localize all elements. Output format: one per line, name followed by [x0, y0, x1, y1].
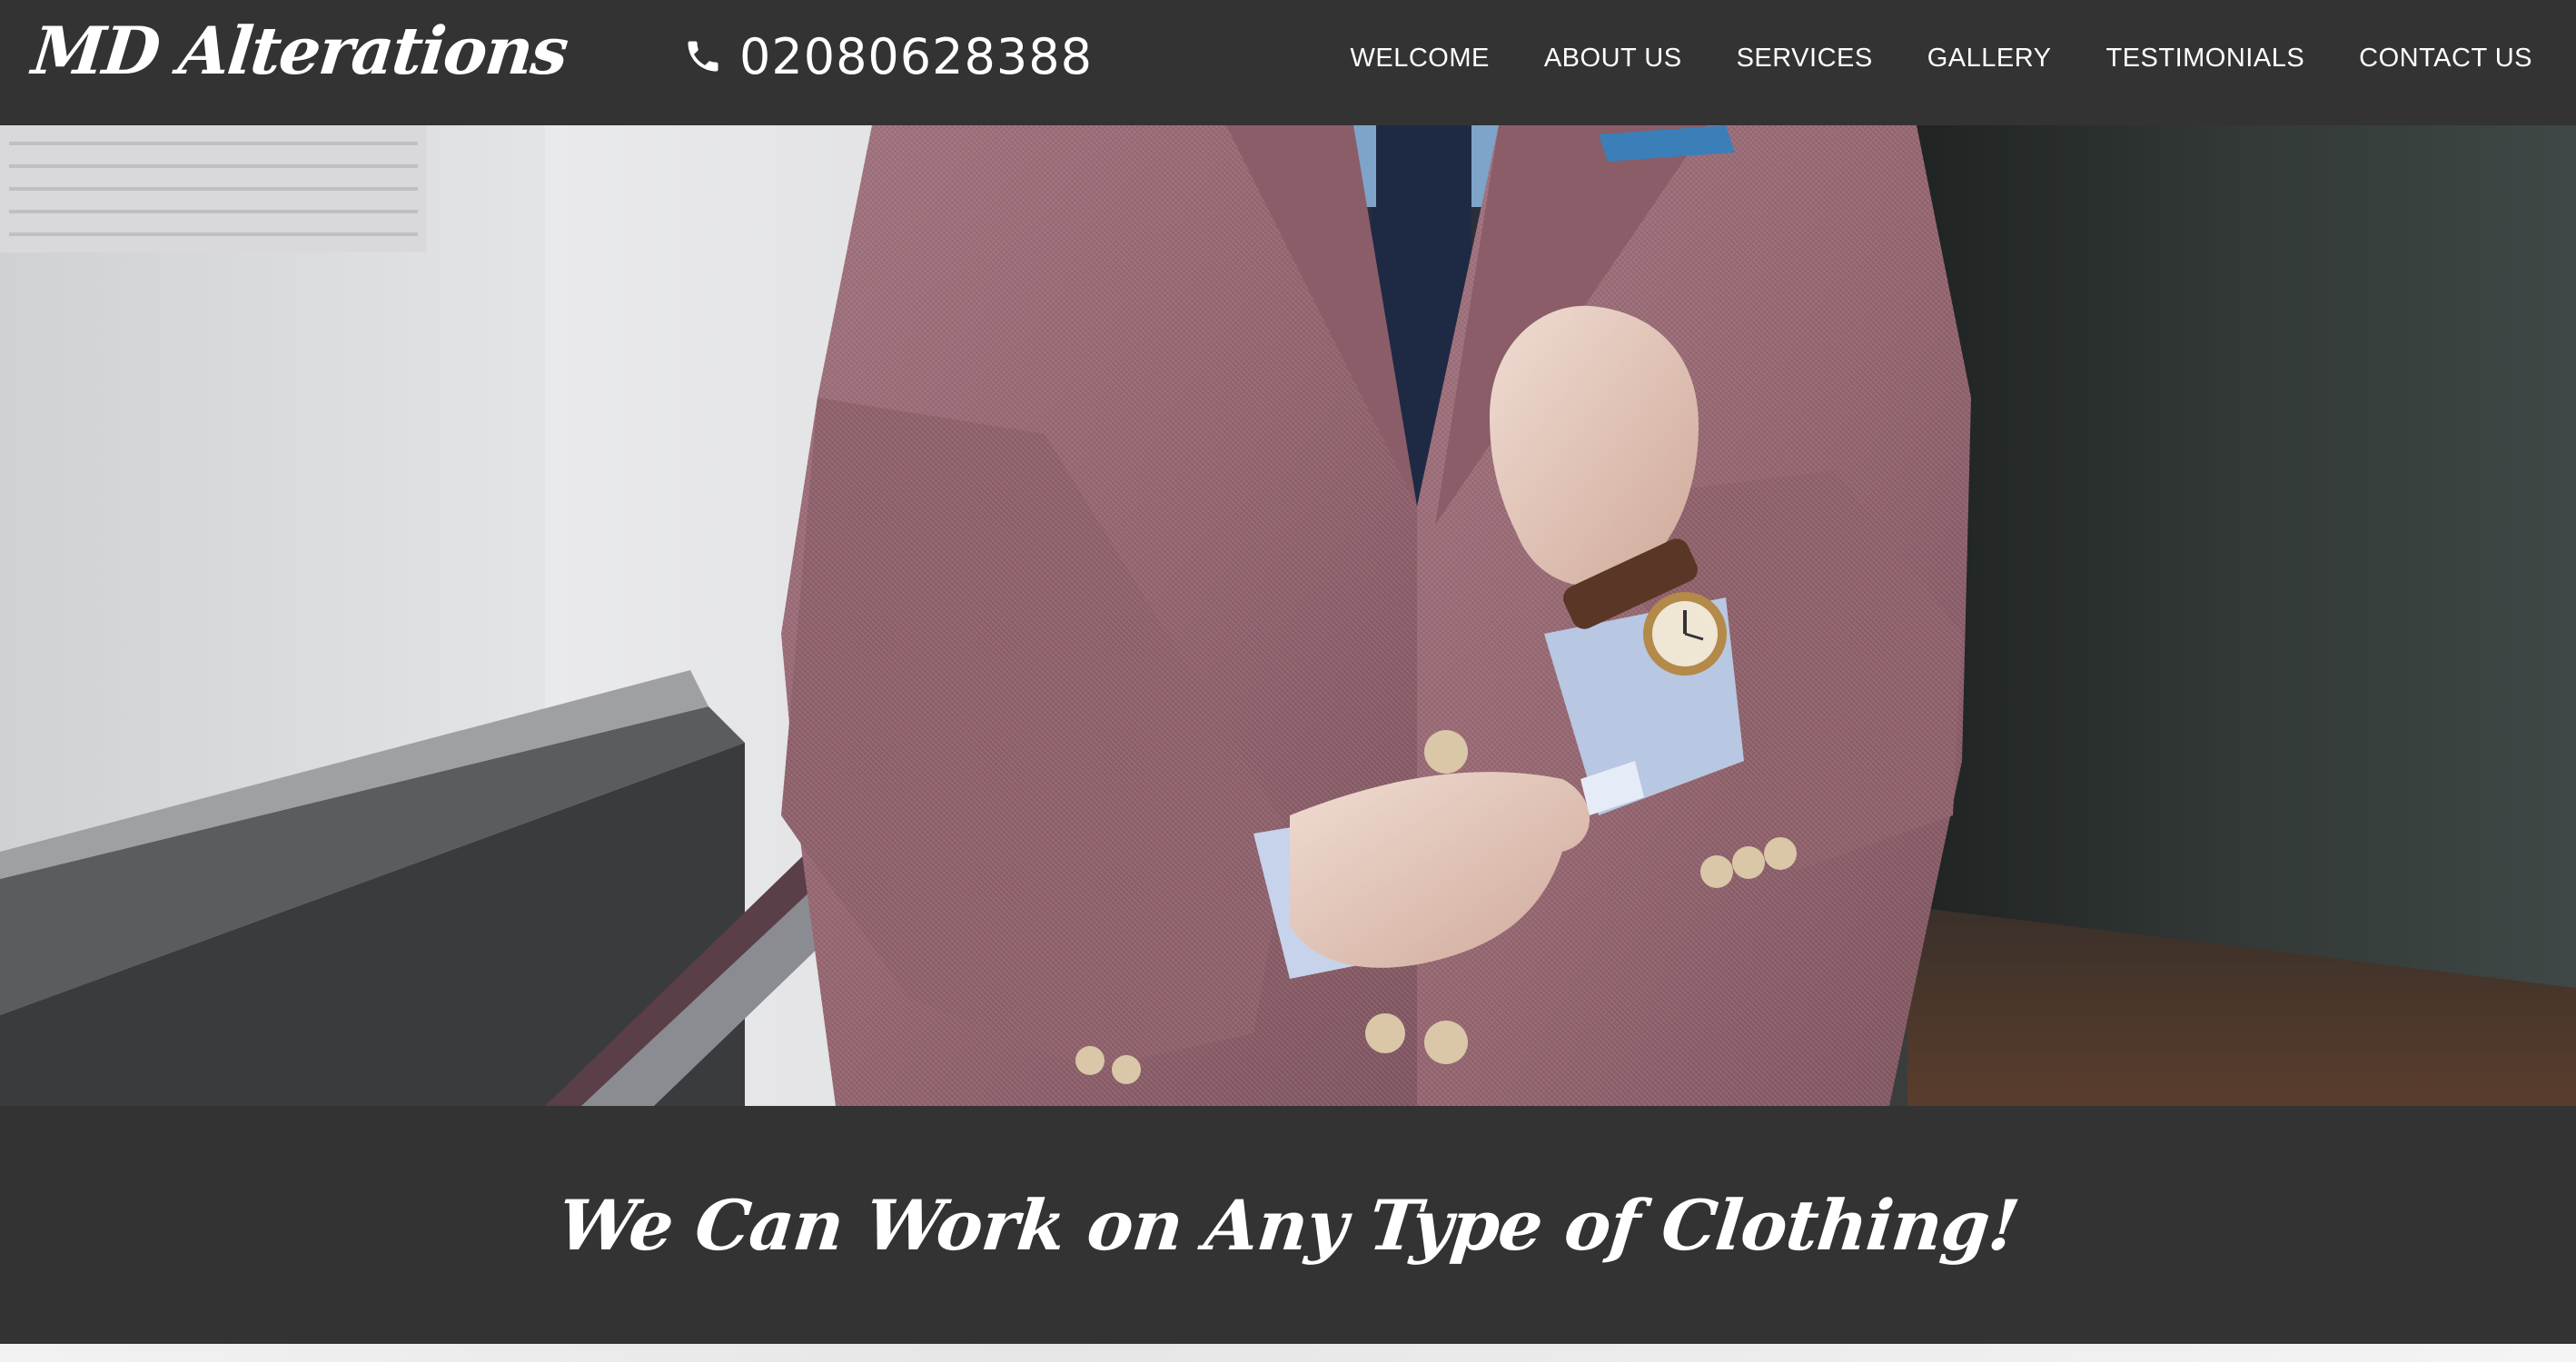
hero-illustration: [0, 125, 2576, 1106]
site-header: MD Alterations 02080628388 WELCOME ABOUT…: [0, 0, 2576, 125]
tagline-band: We Can Work on Any Type of Clothing!: [0, 1106, 2576, 1344]
phone-icon: [683, 36, 723, 76]
next-section-edge: [0, 1344, 2576, 1362]
tagline-heading: We Can Work on Any Type of Clothing!: [553, 1184, 2023, 1266]
nav-contact-us[interactable]: CONTACT US: [2359, 44, 2532, 74]
site-logo[interactable]: MD Alterations: [28, 5, 571, 96]
nav-gallery[interactable]: GALLERY: [1927, 44, 2052, 74]
phone-link[interactable]: 02080628388: [683, 20, 1093, 93]
phone-number: 02080628388: [739, 27, 1093, 85]
nav-testimonials[interactable]: TESTIMONIALS: [2105, 44, 2304, 74]
nav-services[interactable]: SERVICES: [1737, 44, 1873, 74]
hero-image: [0, 125, 2576, 1106]
nav-welcome[interactable]: WELCOME: [1351, 44, 1490, 74]
nav-about-us[interactable]: ABOUT US: [1544, 44, 1682, 74]
main-nav: WELCOME ABOUT US SERVICES GALLERY TESTIM…: [1351, 31, 2533, 85]
